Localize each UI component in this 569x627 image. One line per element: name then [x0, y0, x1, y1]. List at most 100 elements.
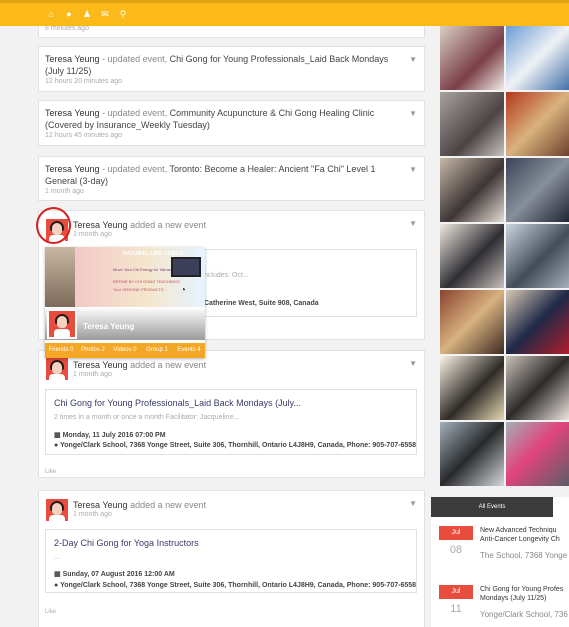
- top-navigation-bar: ⌂ ● ♟ ✉ ⚲: [0, 0, 569, 26]
- cover-tagline: REFINE BY CHI GONG TEACHINGS: [113, 279, 180, 284]
- people-icon[interactable]: ♟: [82, 9, 92, 19]
- photo-thumbnail[interactable]: [506, 290, 569, 354]
- feed-time: 1 month ago: [73, 231, 112, 238]
- location-pin-icon: ●: [54, 582, 59, 589]
- event-location: The School, 7368 Yonge: [480, 551, 568, 560]
- feed-item: ▼ Teresa Yeung - updated event, Toronto:…: [38, 156, 425, 201]
- tab-all-events[interactable]: All Events: [431, 497, 553, 517]
- feed-time: 12 hours 45 minutes ago: [45, 132, 123, 139]
- photo-thumbnail[interactable]: [440, 290, 504, 354]
- event-title[interactable]: 2-Day Chi Gong for Yoga Instructors: [54, 538, 199, 548]
- profile-hover-card[interactable]: NATURAL LIFE FORCE Move Your Chi Energy …: [45, 247, 205, 358]
- feed-text: Teresa Yeung added a new event: [73, 500, 206, 510]
- chevron-down-icon[interactable]: ▼: [409, 499, 417, 508]
- top-border: [0, 0, 569, 3]
- event-address: ● Yonge/Clark School, 7368 Yonge Street,…: [54, 442, 416, 449]
- profile-name[interactable]: Teresa Yeung: [83, 322, 134, 331]
- event-month: Jul: [439, 585, 473, 599]
- feed-user[interactable]: Teresa Yeung: [73, 220, 128, 230]
- event-address-text: Yonge/Clark School, 7368 Yonge Street, S…: [60, 582, 417, 589]
- avatar: [49, 311, 75, 337]
- photo-thumbnail[interactable]: [506, 224, 569, 288]
- tab-events[interactable]: Events 4: [173, 343, 205, 358]
- photo-thumbnail[interactable]: [440, 224, 504, 288]
- event-month: Jul: [439, 526, 473, 540]
- like-link[interactable]: Like: [45, 609, 56, 615]
- search-icon[interactable]: ⚲: [118, 9, 128, 19]
- tab-group[interactable]: Group 1: [141, 343, 173, 358]
- feed-user[interactable]: Teresa Yeung: [45, 164, 100, 174]
- photo-thumbnail[interactable]: [506, 158, 569, 222]
- feed-text: Teresa Yeung - updated event, Toronto: B…: [39, 157, 424, 187]
- event-title[interactable]: New Advanced Techniqu Anti-Cancer Longev…: [480, 526, 569, 544]
- event-title[interactable]: Chi Gong for Young Professionals_Laid Ba…: [54, 398, 301, 408]
- feed-item-new-event: ▼ Teresa Yeung added a new event 1 month…: [38, 490, 425, 627]
- mail-icon[interactable]: ✉: [100, 9, 110, 19]
- feed-time: 1 month ago: [45, 188, 84, 195]
- feed-time: 12 hours 20 minutes ago: [45, 78, 123, 85]
- globe-icon[interactable]: ●: [64, 9, 74, 19]
- photo-thumbnail[interactable]: [440, 356, 504, 420]
- event-day: 11: [450, 603, 462, 615]
- avatar[interactable]: [46, 358, 68, 380]
- event-description: 2 times in a month or once a month Facil…: [54, 414, 240, 421]
- cover-photo: [45, 247, 75, 307]
- event-address-text: Yonge/Clark School, 7368 Yonge Street, S…: [60, 442, 417, 449]
- event-day: 08: [449, 544, 463, 556]
- feed-item: ▼ Teresa Yeung - updated event, Communit…: [38, 100, 425, 146]
- chevron-down-icon[interactable]: ▼: [409, 165, 417, 174]
- event-date: ▦ Sunday, 07 August 2016 12:00 AM: [54, 570, 175, 578]
- location-pin-icon: ●: [54, 442, 59, 449]
- event-description: ncludes: Oct...: [204, 272, 249, 279]
- chevron-down-icon[interactable]: ▼: [409, 55, 417, 64]
- feed-user[interactable]: Teresa Yeung: [73, 360, 128, 370]
- chevron-down-icon[interactable]: ▼: [409, 219, 417, 228]
- chevron-down-icon[interactable]: ▼: [409, 359, 417, 368]
- events-panel: All Events Jul 08 New Advanced Techniqu …: [431, 497, 569, 627]
- event-list-item[interactable]: Jul 11 Chi Gong for Young Profes Mondays…: [439, 585, 569, 627]
- feed-time: 1 month ago: [73, 371, 112, 378]
- photo-thumbnail[interactable]: [440, 158, 504, 222]
- like-link[interactable]: Like: [45, 469, 56, 475]
- photo-thumbnail[interactable]: [506, 356, 569, 420]
- feed-item-new-event: ▼ Teresa Yeung added a new event 1 month…: [38, 350, 425, 478]
- feed-user[interactable]: Teresa Yeung: [45, 54, 100, 64]
- event-date-text: Monday, 11 July 2016 07:00 PM: [62, 432, 166, 439]
- event-location: Yonge/Clark School, 736: [480, 610, 568, 619]
- photo-thumbnail[interactable]: [440, 422, 504, 486]
- cover-tagline: Your ORGONE PRODUCTS: [113, 287, 164, 292]
- feed-user[interactable]: Teresa Yeung: [45, 108, 100, 118]
- event-title[interactable]: Chi Gong for Young Profes Mondays (July …: [480, 585, 569, 603]
- photo-thumbnail[interactable]: [506, 422, 569, 486]
- feed-text: Teresa Yeung - updated event, Chi Gong f…: [39, 47, 424, 77]
- highlight-circle: [36, 207, 71, 244]
- chevron-down-icon[interactable]: ▼: [409, 109, 417, 118]
- feed-action: - updated event,: [99, 54, 170, 64]
- tab-videos[interactable]: Videos 0: [109, 343, 141, 358]
- photo-thumbnail[interactable]: [506, 92, 569, 156]
- feed-action: added a new event: [127, 220, 207, 230]
- home-icon[interactable]: ⌂: [46, 9, 56, 19]
- feed-action: - updated event,: [99, 164, 170, 174]
- event-date-text: Sunday, 07 August 2016 12:00 AM: [62, 571, 175, 578]
- tab-photos[interactable]: Photos 2: [77, 343, 109, 358]
- signal-icon: ◔: [180, 285, 187, 296]
- feed-text: Teresa Yeung added a new event: [73, 220, 206, 230]
- top-nav-icons: ⌂ ● ♟ ✉ ⚲: [46, 9, 128, 19]
- photo-thumbnail[interactable]: [440, 26, 504, 90]
- event-box[interactable]: 2-Day Chi Gong for Yoga Instructors ... …: [45, 529, 417, 593]
- tab-friends[interactable]: Friends 0: [45, 343, 77, 358]
- event-box[interactable]: Chi Gong for Young Professionals_Laid Ba…: [45, 389, 417, 455]
- feed-user[interactable]: Teresa Yeung: [73, 500, 128, 510]
- profile-avatar[interactable]: [47, 309, 77, 339]
- feed-action: added a new event: [127, 360, 207, 370]
- avatar[interactable]: [46, 499, 68, 521]
- feed-action: - updated event,: [99, 108, 170, 118]
- event-list-item[interactable]: Jul 08 New Advanced Techniqu Anti-Cancer…: [439, 526, 569, 576]
- photo-thumbnail[interactable]: [440, 92, 504, 156]
- calendar-icon: ▦: [54, 432, 61, 439]
- feed-text: Teresa Yeung - updated event, Community …: [39, 101, 424, 131]
- photo-thumbnail[interactable]: [506, 26, 569, 90]
- feed-action: added a new event: [127, 500, 207, 510]
- profile-tabs: Friends 0 Photos 2 Videos 0 Group 1 Even…: [45, 343, 205, 358]
